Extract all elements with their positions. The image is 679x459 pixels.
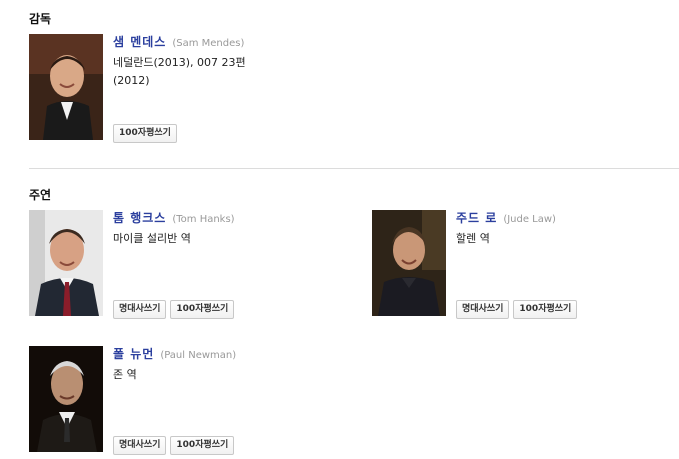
write-quote-button[interactable]: 명대사쓰기	[113, 300, 167, 319]
actor-name-link[interactable]: 폴 뉴먼	[113, 347, 154, 361]
cast-section-title: 주연	[29, 188, 52, 202]
actor-name-link[interactable]: 주드 로	[456, 211, 497, 225]
director-name-link[interactable]: 샘 멘데스	[113, 35, 166, 49]
actor-name-line: 폴 뉴먼 (Paul Newman)	[113, 346, 373, 364]
actor-photo[interactable]	[29, 346, 103, 452]
actor-role: 할렌 역	[456, 232, 490, 245]
actor-english-name: (Paul Newman)	[160, 350, 237, 361]
actor-actions: 명대사쓰기 100자평쓰기	[456, 296, 581, 319]
actor-info: 톰 행크스 (Tom Hanks) 마이클 설리반 역	[113, 210, 373, 248]
write-quote-button[interactable]: 명대사쓰기	[113, 436, 167, 455]
actor-name-link[interactable]: 톰 행크스	[113, 211, 166, 225]
director-english-name: (Sam Mendes)	[172, 38, 245, 49]
actor-name-line: 톰 행크스 (Tom Hanks)	[113, 210, 373, 228]
actor-role: 마이클 설리반 역	[113, 232, 191, 245]
actor-photo[interactable]	[29, 210, 103, 316]
director-info: 샘 멘데스 (Sam Mendes) 네덜란드(2013), 007 23편 (2…	[113, 34, 373, 90]
actor-english-name: (Tom Hanks)	[172, 214, 235, 225]
write-review-button[interactable]: 100자평쓰기	[170, 436, 235, 455]
actor-name-line: 주드 로 (Jude Law)	[456, 210, 679, 228]
director-section-title: 감독	[29, 12, 52, 26]
actor-photo[interactable]	[372, 210, 446, 316]
actor-role: 존 역	[113, 368, 137, 381]
write-quote-button[interactable]: 명대사쓰기	[456, 300, 510, 319]
director-name-line: 샘 멘데스 (Sam Mendes)	[113, 34, 373, 52]
actor-info: 주드 로 (Jude Law) 할렌 역	[456, 210, 679, 248]
actor-actions: 명대사쓰기 100자평쓰기	[113, 432, 238, 455]
write-review-button[interactable]: 100자평쓰기	[170, 300, 235, 319]
actor-actions: 명대사쓰기 100자평쓰기	[113, 296, 238, 319]
director-filmography: 네덜란드(2013), 007 23편 (2012)	[113, 56, 246, 87]
section-divider	[29, 168, 679, 169]
actor-info: 폴 뉴먼 (Paul Newman) 존 역	[113, 346, 373, 384]
director-actions: 100자평쓰기	[113, 120, 181, 143]
actor-english-name: (Jude Law)	[503, 214, 556, 225]
director-photo[interactable]	[29, 34, 103, 140]
write-review-button[interactable]: 100자평쓰기	[113, 124, 177, 143]
write-review-button[interactable]: 100자평쓰기	[513, 300, 578, 319]
